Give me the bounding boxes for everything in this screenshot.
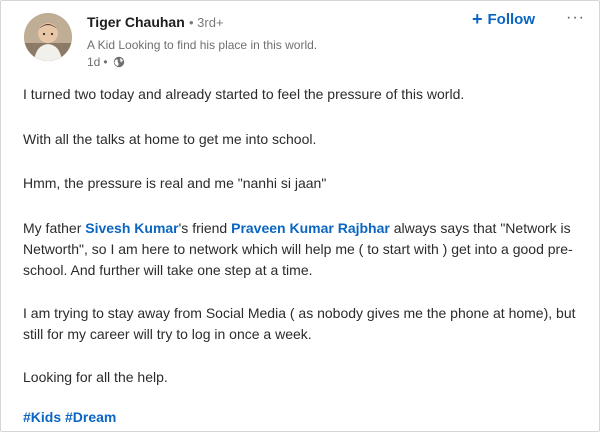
connection-degree: • 3rd+ (189, 15, 224, 30)
text-segment: My father (23, 220, 86, 236)
hashtag-link[interactable]: #Kids (23, 409, 61, 425)
post-timestamp: 1d • (87, 55, 125, 69)
post-paragraph: My father Sivesh Kumar's friend Praveen … (23, 218, 583, 281)
plus-icon: + (472, 9, 483, 29)
author-name[interactable]: Tiger Chauhan (87, 14, 185, 30)
hashtag-list: #Kids #Dream (23, 407, 583, 428)
follow-button[interactable]: + Follow (472, 10, 535, 28)
author-avatar[interactable] (24, 13, 72, 61)
post-paragraph: I am trying to stay away from Social Med… (23, 305, 576, 342)
post-paragraph: Looking for all the help. (23, 369, 168, 385)
post-age: 1d (87, 55, 101, 69)
author-headline: A Kid Looking to find his place in this … (87, 38, 318, 52)
more-options-button[interactable]: ··· (566, 9, 585, 27)
avatar-photo-icon (24, 13, 72, 61)
hashtag-link[interactable]: #Dream (65, 409, 116, 425)
mention-link[interactable]: Sivesh Kumar (85, 220, 178, 236)
timestamp-separator: • (103, 55, 108, 69)
follow-label: Follow (487, 10, 536, 28)
globe-icon (113, 56, 125, 68)
text-segment: 's friend (178, 220, 232, 236)
mention-link[interactable]: Praveen Kumar Rajbhar (231, 220, 390, 236)
post-paragraph: With all the talks at home to get me int… (23, 131, 317, 147)
feed-post: Tiger Chauhan • 3rd+ A Kid Looking to fi… (0, 0, 600, 432)
post-paragraph: I turned two today and already started t… (23, 86, 465, 102)
post-paragraph: Hmm, the pressure is real and me "nanhi … (23, 175, 327, 191)
